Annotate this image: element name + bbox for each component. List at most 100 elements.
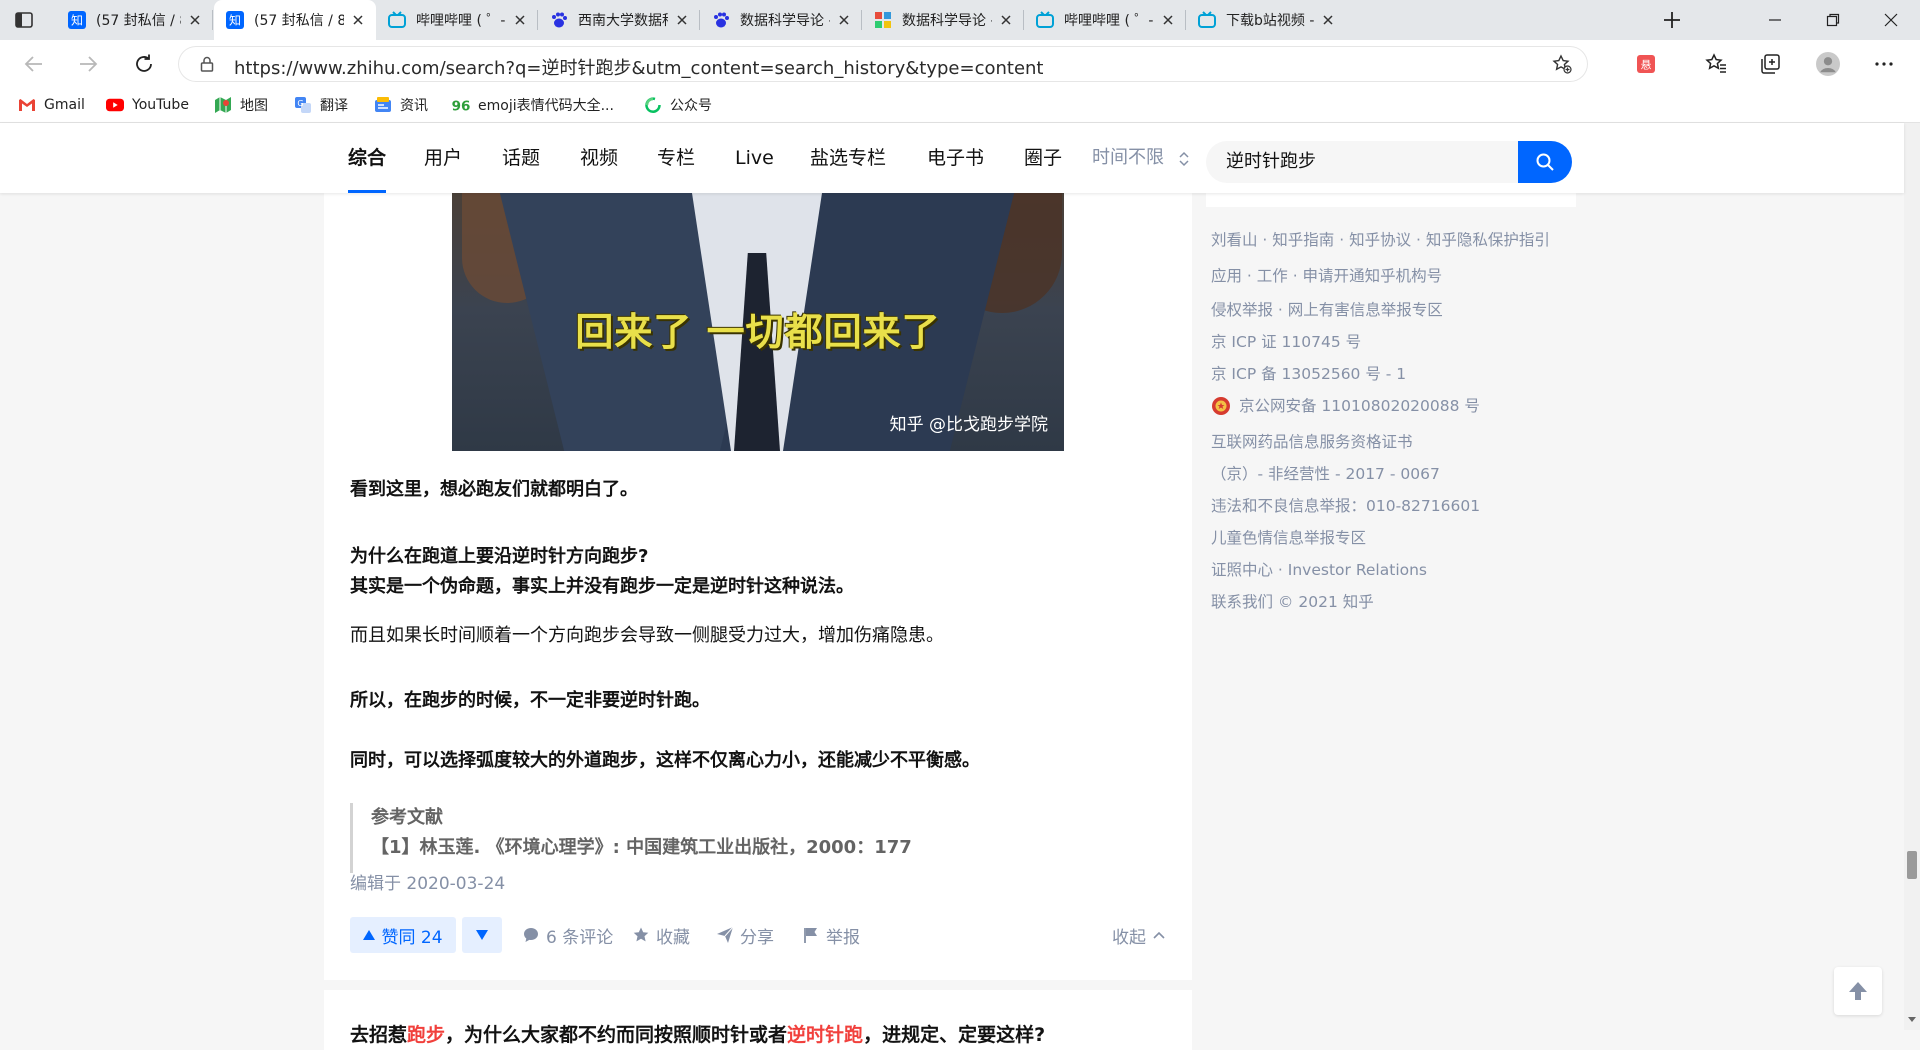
time-filter-select[interactable]: 时间不限 (1092, 123, 1189, 193)
tab-users[interactable]: 用户 (424, 123, 462, 193)
bookmark-wechat[interactable]: 公众号 (644, 95, 712, 115)
share-label: 分享 (740, 927, 774, 948)
colorful-favicon-icon (874, 11, 892, 29)
back-icon[interactable] (22, 52, 46, 76)
bookmark-gmail[interactable]: Gmail (18, 95, 85, 115)
share-button[interactable]: 分享 (716, 917, 774, 953)
svg-text:G: G (297, 99, 303, 108)
footer-icp-record[interactable]: 京 ICP 备 13052560 号 - 1 (1211, 358, 1591, 390)
bookmark-label: 公众号 (670, 98, 712, 114)
new-tab-icon[interactable] (1660, 8, 1684, 32)
close-icon[interactable] (350, 12, 366, 28)
browser-tab[interactable]: 数据科学导论 - 百 (700, 0, 862, 40)
bookmark-label: emoji表情代码大全... (478, 98, 614, 114)
tab-comprehensive[interactable]: 综合 (348, 123, 387, 193)
close-icon[interactable] (187, 12, 203, 28)
refresh-icon[interactable] (132, 52, 156, 76)
next-result-card[interactable]: 去招惹跑步，为什么大家都不约而同按照顺时针或者逆时针跑，进规定、定要这样? (324, 990, 1192, 1050)
answer-paragraph: 同时，可以选择弧度较大的外道跑步，这样不仅离心力小，还能减少不平衡感。 (350, 750, 980, 771)
add-favorite-icon[interactable] (1552, 54, 1572, 74)
bookmark-emoji[interactable]: 96 emoji表情代码大全... (452, 95, 614, 115)
close-icon[interactable] (836, 12, 852, 28)
page-scrollbar[interactable] (1904, 123, 1920, 1030)
maximize-icon[interactable] (1804, 0, 1862, 40)
search-button[interactable] (1518, 141, 1572, 183)
browser-tab[interactable]: 哔哩哔哩 ( ゜- ゜)つ (376, 0, 538, 40)
forward-icon[interactable] (76, 52, 100, 76)
close-icon[interactable] (1160, 12, 1176, 28)
browser-tab[interactable]: 下载b站视频 - 搜 (1186, 0, 1346, 40)
collapse-button[interactable]: 收起 (1112, 917, 1166, 953)
tab-columns[interactable]: 专栏 (657, 123, 695, 193)
downvote-button[interactable] (462, 917, 502, 953)
scrollbar-thumb[interactable] (1907, 851, 1917, 879)
bookmark-translate[interactable]: G 翻译 (294, 95, 348, 115)
bookmark-news[interactable]: 资讯 (374, 95, 428, 115)
bookmark-maps[interactable]: 地图 (214, 95, 268, 115)
footer-links-row[interactable]: 儿童色情信息举报专区 (1211, 522, 1591, 554)
minimize-icon[interactable] (1746, 0, 1804, 40)
scroll-down-arrow-icon[interactable] (1907, 1014, 1917, 1024)
zhihu-favicon-icon: 知 (68, 11, 86, 29)
browser-tab[interactable]: 知 (57 封私信 / 80 条 (56, 0, 213, 40)
upvote-button[interactable]: 赞同 24 (350, 917, 456, 953)
close-icon[interactable] (512, 12, 528, 28)
tab-actions-icon[interactable] (12, 8, 36, 32)
extension-icon[interactable]: 悬 (1634, 52, 1658, 76)
sidebar-footer: 刘看山 · 知乎指南 · 知乎协议 · 知乎隐私保护指引 应用 · 工作 · 申… (1211, 222, 1591, 618)
browser-tab[interactable]: 西南大学数据科学 (538, 0, 700, 40)
tab-ebooks[interactable]: 电子书 (927, 123, 984, 193)
search-input[interactable]: 逆时针跑步 (1206, 141, 1520, 183)
answer-paragraph: 所以，在跑步的时候，不一定非要逆时针跑。 (350, 690, 710, 711)
favorites-icon[interactable] (1704, 52, 1728, 76)
close-icon[interactable] (1320, 12, 1336, 28)
tab-circles[interactable]: 圈子 (1024, 123, 1062, 193)
footer-links-row[interactable]: 互联网药品信息服务资格证书 (1211, 426, 1591, 458)
tab-topics[interactable]: 话题 (502, 123, 540, 193)
next-result-title[interactable]: 去招惹跑步，为什么大家都不约而同按照顺时针或者逆时针跑，进规定、定要这样? (350, 1020, 1045, 1047)
url-field[interactable]: https://www.zhihu.com/search?q=逆时针跑步&utm… (178, 46, 1588, 82)
footer-icp-license[interactable]: 京 ICP 证 110745 号 (1211, 326, 1591, 358)
browser-tab[interactable]: 哔哩哔哩 ( ゜- ゜)つ (1024, 0, 1186, 40)
footer-links-row[interactable]: 违法和不良信息举报：010-82716601 (1211, 490, 1591, 522)
comments-label: 6 条评论 (546, 927, 614, 948)
close-icon[interactable] (674, 12, 690, 28)
tab-label: 话题 (502, 147, 541, 169)
triangle-up-icon (363, 930, 376, 940)
close-icon[interactable] (998, 12, 1014, 28)
back-to-top-button[interactable] (1834, 967, 1882, 1015)
lock-icon[interactable] (198, 55, 216, 73)
title-text: ，进规定、定要这样? (863, 1024, 1046, 1046)
arrow-up-icon (1847, 980, 1869, 1002)
translate-icon: G (294, 96, 312, 114)
profile-avatar-icon[interactable] (1816, 52, 1840, 76)
edited-date[interactable]: 编辑于 2020-03-24 (350, 869, 505, 894)
time-filter-value: 时间不限 (1092, 147, 1164, 168)
zhihu-favicon-icon: 知 (226, 11, 244, 29)
footer-links-row[interactable]: 侵权举报 · 网上有害信息举报专区 (1211, 294, 1591, 326)
footer-links-row[interactable]: 联系我们 © 2021 知乎 (1211, 586, 1591, 618)
answer-paragraph: 而且如果长时间顺着一个方向跑步会导致一侧腿受力过大，增加伤痛隐患。 (350, 625, 944, 646)
browser-tab[interactable]: 数据科学导论 - 清 (862, 0, 1024, 40)
tab-videos[interactable]: 视频 (580, 123, 618, 193)
comments-button[interactable]: 6 条评论 (522, 917, 613, 953)
bookmark-youtube[interactable]: YouTube (106, 95, 189, 115)
tab-salt-columns[interactable]: 盐选专栏 (810, 123, 886, 193)
reference-block: 参考文献 【1】林玉莲. 《环境心理学》: 中国建筑工业出版社，2000：177 (350, 803, 950, 873)
report-button[interactable]: 举报 (802, 917, 860, 953)
footer-police-record[interactable]: 京公网安备 11010802020088 号 (1211, 390, 1591, 422)
favorite-button[interactable]: 收藏 (632, 917, 690, 953)
browser-tab-active[interactable]: 知 (57 封私信 / 80 条 (214, 0, 376, 40)
tab-title: (57 封私信 / 80 条 (96, 13, 181, 29)
answer-gif-image[interactable]: 回来了 一切都回来了 知乎 @比戈跑步学院 (452, 193, 1064, 451)
tab-title: (57 封私信 / 80 条 (254, 13, 344, 29)
footer-links-row[interactable]: 应用 · 工作 · 申请开通知乎机构号 (1211, 258, 1591, 294)
collections-icon[interactable] (1758, 52, 1782, 76)
more-menu-icon[interactable] (1872, 52, 1896, 76)
tab-live[interactable]: Live (735, 123, 774, 193)
footer-text: （京）- 非经营性 - 2017 - 0067 (1211, 465, 1440, 483)
tab-label: 电子书 (927, 147, 985, 169)
footer-links-row[interactable]: 证照中心 · Investor Relations (1211, 554, 1591, 586)
footer-links-row[interactable]: 刘看山 · 知乎指南 · 知乎协议 · 知乎隐私保护指引 (1211, 222, 1591, 258)
window-close-icon[interactable] (1862, 0, 1920, 40)
